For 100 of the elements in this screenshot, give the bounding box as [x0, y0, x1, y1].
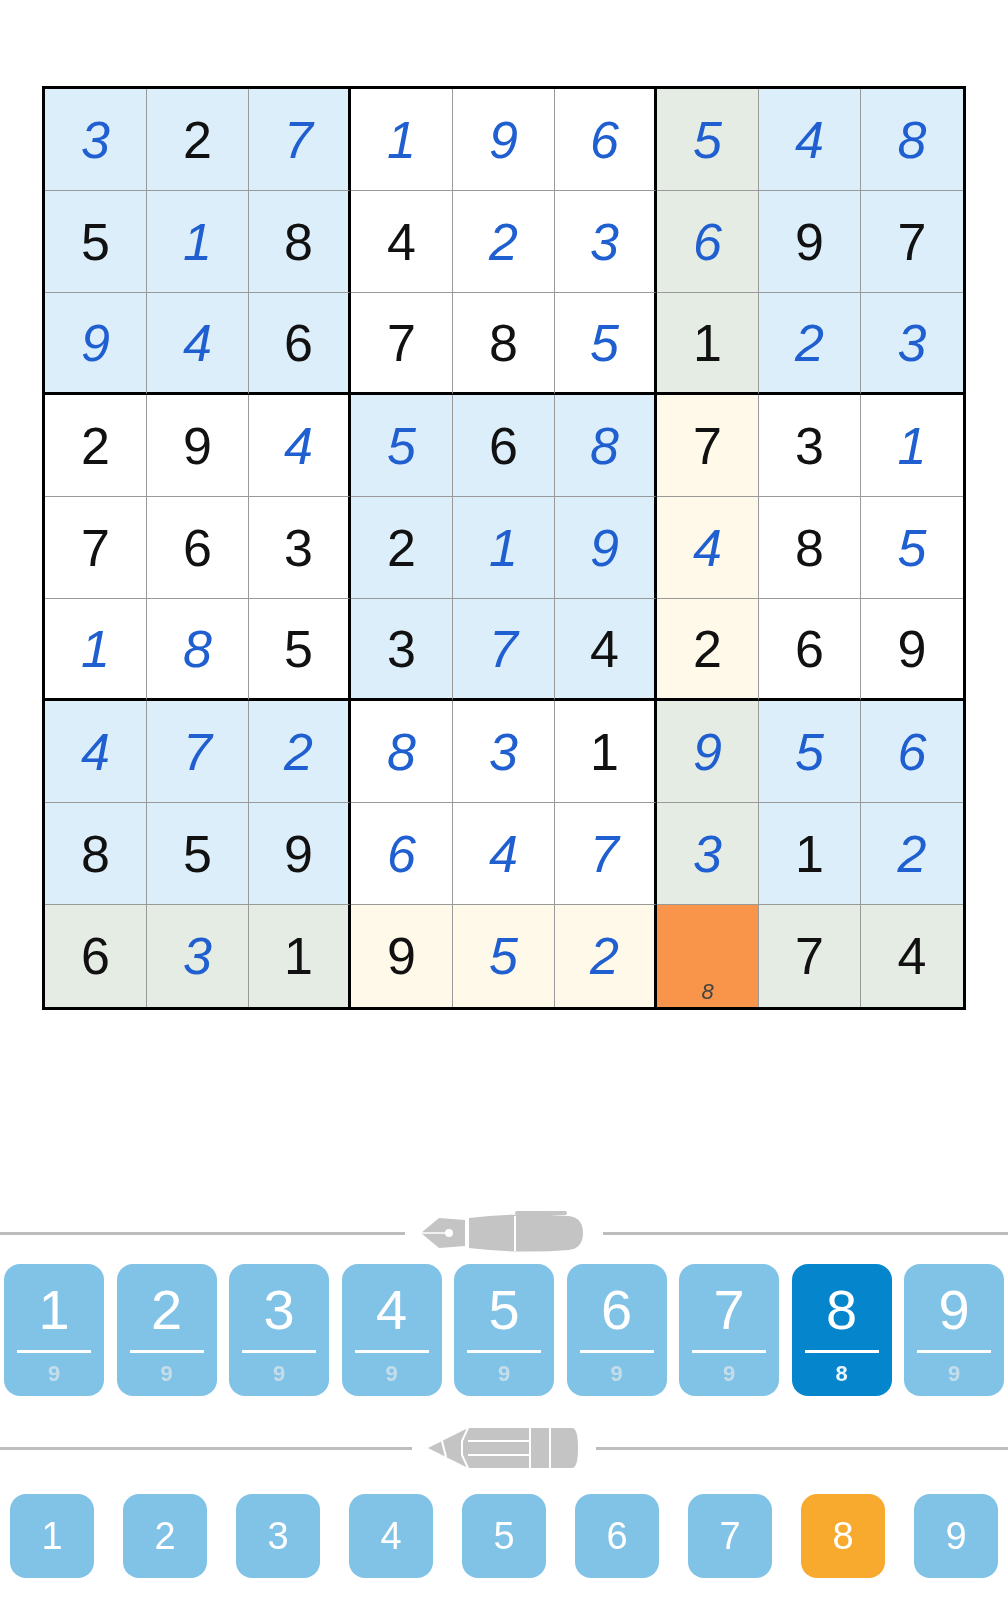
- grid-cell[interactable]: 5: [759, 701, 861, 803]
- cell-digit: 5: [81, 215, 110, 268]
- grid-cell[interactable]: 3: [45, 89, 147, 191]
- grid-cell[interactable]: 8: [453, 293, 555, 395]
- grid-cell[interactable]: 6: [147, 497, 249, 599]
- cell-digit: 7: [81, 521, 110, 574]
- grid-cell[interactable]: 2: [555, 905, 657, 1007]
- cell-digit: 5: [693, 113, 722, 166]
- grid-cell[interactable]: 9: [249, 803, 351, 905]
- grid-cell[interactable]: 5: [555, 293, 657, 395]
- cell-digit: 4: [897, 930, 927, 982]
- grid-cell[interactable]: 9: [453, 89, 555, 191]
- grid-cell[interactable]: 1: [147, 191, 249, 293]
- grid-cell[interactable]: 9: [147, 395, 249, 497]
- grid-cell[interactable]: 6: [249, 293, 351, 395]
- grid-cell[interactable]: 4: [249, 395, 351, 497]
- grid-cell[interactable]: 2: [351, 497, 453, 599]
- grid-cell[interactable]: 1: [249, 905, 351, 1007]
- grid-cell[interactable]: 6: [657, 191, 759, 293]
- grid-cell[interactable]: 6: [453, 395, 555, 497]
- grid-cell[interactable]: 7: [759, 905, 861, 1007]
- grid-cell[interactable]: 7: [657, 395, 759, 497]
- grid-cell[interactable]: 3: [759, 395, 861, 497]
- grid-cell[interactable]: 4: [45, 701, 147, 803]
- cell-digit: 1: [81, 622, 110, 675]
- grid-cell[interactable]: 5: [657, 89, 759, 191]
- grid-cell[interactable]: 8: [555, 395, 657, 497]
- grid-cell[interactable]: 9: [657, 701, 759, 803]
- grid-cell[interactable]: 1: [555, 701, 657, 803]
- grid-cell[interactable]: 9: [555, 497, 657, 599]
- cell-digit: 2: [590, 930, 619, 982]
- grid-cell[interactable]: 7: [147, 701, 249, 803]
- grid-cell[interactable]: 2: [453, 191, 555, 293]
- grid-cell[interactable]: 2: [759, 293, 861, 395]
- grid-cell[interactable]: 4: [351, 191, 453, 293]
- grid-cell[interactable]: 7: [555, 803, 657, 905]
- grid-cell[interactable]: 5: [147, 803, 249, 905]
- cell-digit: 4: [489, 827, 518, 880]
- grid-cell[interactable]: 4: [453, 803, 555, 905]
- grid-cell[interactable]: 8: [249, 191, 351, 293]
- grid-cell[interactable]: 3: [351, 599, 453, 701]
- grid-cell[interactable]: 2: [147, 89, 249, 191]
- grid-cell[interactable]: 7: [453, 599, 555, 701]
- grid-cell[interactable]: 9: [759, 191, 861, 293]
- cell-digit: 9: [693, 725, 722, 778]
- grid-cell[interactable]: 2: [861, 803, 963, 905]
- grid-cell[interactable]: 9: [45, 293, 147, 395]
- grid-cell[interactable]: 9: [351, 905, 453, 1007]
- grid-cell[interactable]: 3: [861, 293, 963, 395]
- grid-cell[interactable]: 3: [453, 701, 555, 803]
- grid-cell[interactable]: 6: [861, 701, 963, 803]
- cell-digit: 7: [183, 725, 212, 778]
- cell-digit: 6: [897, 725, 927, 778]
- grid-cell[interactable]: 7: [861, 191, 963, 293]
- grid-cell[interactable]: 2: [45, 395, 147, 497]
- grid-cell[interactable]: 5: [351, 395, 453, 497]
- cell-digit: 2: [489, 215, 518, 268]
- grid-cell[interactable]: 7: [45, 497, 147, 599]
- cell-digit: 6: [590, 113, 619, 166]
- grid-cell[interactable]: 8: [351, 701, 453, 803]
- grid-cell[interactable]: 1: [453, 497, 555, 599]
- grid-cell[interactable]: 4: [147, 293, 249, 395]
- grid-cell[interactable]: 7: [351, 293, 453, 395]
- grid-cell[interactable]: 3: [249, 497, 351, 599]
- grid-cell[interactable]: 8: [861, 89, 963, 191]
- grid-cell[interactable]: 4: [555, 599, 657, 701]
- grid-cell[interactable]: 7: [249, 89, 351, 191]
- grid-cell[interactable]: 4: [759, 89, 861, 191]
- grid-cell[interactable]: 8: [147, 599, 249, 701]
- cell-digit: 2: [795, 316, 824, 369]
- cell-digit: 4: [81, 725, 110, 778]
- cell-digit: 9: [590, 521, 619, 574]
- cell-digit: 9: [795, 215, 824, 268]
- grid-cell[interactable]: 4: [861, 905, 963, 1007]
- grid-cell[interactable]: 1: [657, 293, 759, 395]
- cell-digit: 1: [897, 419, 927, 472]
- cell-digit: 9: [489, 113, 518, 166]
- grid-cell[interactable]: 6: [555, 89, 657, 191]
- grid-cell[interactable]: 8: [45, 803, 147, 905]
- grid-cell[interactable]: 2: [249, 701, 351, 803]
- grid-cell[interactable]: 6: [351, 803, 453, 905]
- grid-cell[interactable]: 5: [453, 905, 555, 1007]
- grid-cell[interactable]: 3: [555, 191, 657, 293]
- grid-cell[interactable]: 1: [351, 89, 453, 191]
- grid-cell[interactable]: 1: [759, 803, 861, 905]
- grid-cell[interactable]: 6: [45, 905, 147, 1007]
- grid-cell[interactable]: 5: [45, 191, 147, 293]
- grid-cell[interactable]: 6: [759, 599, 861, 701]
- grid-cell[interactable]: 1: [45, 599, 147, 701]
- grid-cell[interactable]: 4: [657, 497, 759, 599]
- cell-digit: 4: [284, 419, 313, 472]
- cell-digit: 2: [693, 622, 722, 675]
- number-key[interactable]: 8 8: [791, 1264, 892, 1396]
- grid-cell[interactable]: 5: [249, 599, 351, 701]
- grid-cell[interactable]: 8: [759, 497, 861, 599]
- grid-cell[interactable]: 3: [147, 905, 249, 1007]
- grid-cell[interactable]: 3: [657, 803, 759, 905]
- grid-cell[interactable]: 8: [657, 905, 759, 1007]
- cell-digit: 5: [897, 521, 927, 574]
- grid-cell[interactable]: 2: [657, 599, 759, 701]
